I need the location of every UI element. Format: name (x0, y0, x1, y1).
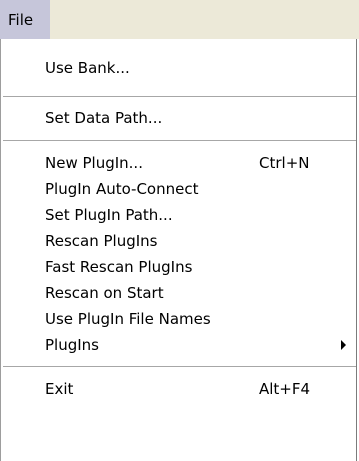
menu-item-set-plugin-path[interactable]: Set PlugIn Path... (1, 202, 356, 228)
menu-item-label: PlugIns (45, 336, 99, 354)
menu-item-rescan-on-start[interactable]: Rescan on Start (1, 280, 356, 306)
menu-item-label: New PlugIn... (45, 154, 143, 172)
menu-item-label: Use PlugIn File Names (45, 310, 211, 328)
submenu-arrow-icon (341, 340, 346, 350)
menu-separator (3, 140, 356, 141)
menu-file[interactable]: File (0, 0, 50, 39)
menu-item-label: Rescan PlugIns (45, 232, 158, 250)
menu-item-label: Set PlugIn Path... (45, 206, 173, 224)
menu-item-label: Use Bank... (45, 59, 130, 77)
menu-item-rescan-plugins[interactable]: Rescan PlugIns (1, 228, 356, 254)
menu-bar: File (0, 0, 359, 39)
menu-item-fast-rescan-plugins[interactable]: Fast Rescan PlugIns (1, 254, 356, 280)
menu-item-set-data-path[interactable]: Set Data Path... (1, 105, 356, 131)
menu-separator (3, 366, 356, 367)
menu-item-shortcut: Ctrl+N (259, 154, 310, 172)
menu-item-plugin-auto-connect[interactable]: PlugIn Auto-Connect (1, 176, 356, 202)
menu-file-label: File (8, 10, 34, 29)
menu-item-label: Set Data Path... (45, 109, 163, 127)
menu-item-use-bank[interactable]: Use Bank... (1, 55, 356, 81)
menu-item-shortcut: Alt+F4 (259, 380, 311, 398)
menu-item-exit[interactable]: Exit Alt+F4 (1, 376, 356, 402)
menu-separator (3, 96, 356, 97)
menu-item-use-plugin-file-names[interactable]: Use PlugIn File Names (1, 306, 356, 332)
menu-item-label: Exit (45, 380, 74, 398)
menu-item-label: Rescan on Start (45, 284, 164, 302)
menu-item-new-plugin[interactable]: New PlugIn... Ctrl+N (1, 150, 356, 176)
menu-item-label: PlugIn Auto-Connect (45, 180, 199, 198)
menu-item-label: Fast Rescan PlugIns (45, 258, 193, 276)
file-menu-dropdown: Use Bank... Set Data Path... New PlugIn.… (0, 39, 357, 461)
menu-item-plugins-submenu[interactable]: PlugIns (1, 332, 356, 358)
